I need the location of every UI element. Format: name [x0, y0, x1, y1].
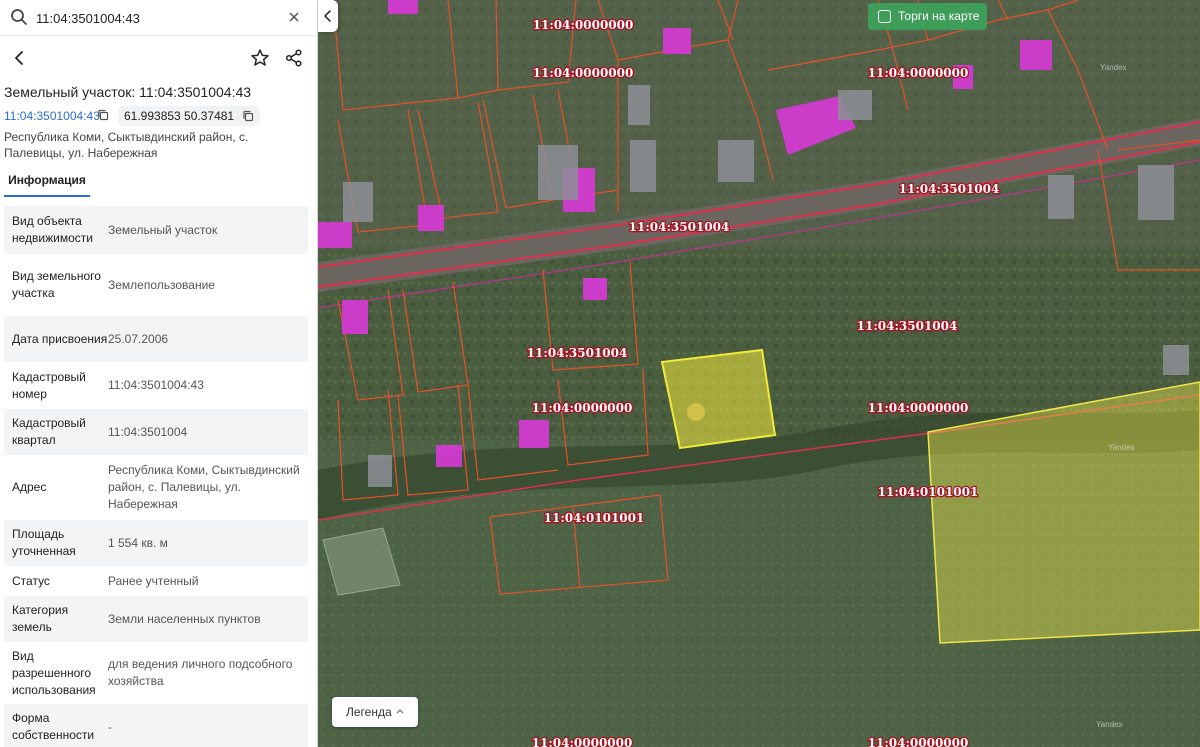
map-watermark: Yandex	[1096, 720, 1123, 729]
map-watermark: Yandex	[1108, 443, 1135, 452]
map-label[interactable]: 11:04:0000000	[531, 17, 634, 34]
table-row: Адрес Республика Коми, Сыктывдинский рай…	[4, 455, 308, 520]
map-watermark: Yandex	[1100, 63, 1127, 72]
property-label: Вид земельного участка	[12, 269, 101, 300]
collapse-panel-button[interactable]	[318, 0, 338, 32]
property-value: для ведения личного подсобного хозяйства	[108, 657, 293, 688]
map-label[interactable]: 11:04:0000000	[866, 65, 969, 82]
table-row: Форма собственности -	[4, 704, 308, 747]
parcel-marker	[687, 403, 705, 421]
table-row: Площадь уточненная 1 554 кв. м	[4, 520, 308, 566]
property-label: Дата присвоения	[12, 331, 108, 346]
share-icon[interactable]	[284, 48, 304, 68]
property-value: -	[108, 719, 112, 734]
clear-icon[interactable]	[286, 9, 302, 25]
property-value: Республика Коми, Сыктывдинский район, с.…	[108, 463, 300, 511]
table-row: Категория земель Земли населенных пункто…	[4, 596, 308, 642]
coordinates-text: 61.993853 50.37481	[124, 109, 235, 123]
map-label[interactable]: 11:04:3501004	[855, 318, 958, 335]
back-icon[interactable]	[10, 48, 30, 68]
map-label[interactable]: 11:04:0000000	[530, 735, 633, 747]
chevron-up-icon	[396, 709, 404, 714]
address-line: Республика Коми, Сыктывдинский район, с.…	[4, 130, 249, 160]
properties-table: Вид объекта недвижимости Земельный участ…	[4, 206, 308, 747]
property-value: 25.07.2006	[108, 331, 169, 346]
property-value: Ранее учтенный	[108, 573, 199, 588]
property-value: 11:04:3501004:43	[108, 378, 204, 392]
tab-information[interactable]: Информация	[4, 170, 90, 197]
property-value: Земельный участок	[108, 222, 218, 237]
coordinates-chip: 61.993853 50.37481	[118, 106, 261, 126]
chevron-left-icon	[324, 10, 331, 22]
cadastral-number-link[interactable]: 11:04:3501004:43	[4, 109, 100, 123]
copy-icon[interactable]	[97, 109, 109, 121]
table-row: Дата присвоения 25.07.2006	[4, 316, 308, 362]
legend-label: Легенда	[346, 705, 392, 719]
star-icon[interactable]	[250, 48, 270, 68]
page-title: Земельный участок: 11:04:3501004:43	[4, 84, 252, 100]
search-icon	[11, 9, 27, 25]
property-value: Земли населенных пунктов	[108, 611, 261, 626]
map-label[interactable]: 11:04:3501004	[525, 345, 628, 362]
map-label[interactable]: 11:04:3501004	[627, 219, 730, 236]
auction-toggle[interactable]: Торги на карте	[868, 3, 987, 30]
property-label: Категория земель	[12, 603, 69, 634]
satellite-map[interactable]: Yandex Yandex Yandex 11:04:0000000 11:04…	[318, 0, 1200, 747]
table-row: Вид земельного участка Землепользование	[4, 254, 308, 316]
property-value: 1 554 кв. м	[108, 535, 168, 550]
copy-icon[interactable]	[242, 110, 254, 122]
map-view[interactable]: Yandex Yandex Yandex 11:04:0000000 11:04…	[318, 0, 1200, 747]
map-label[interactable]: 11:04:0101001	[876, 484, 979, 501]
property-label: Статус	[12, 573, 50, 588]
property-label: Адрес	[12, 480, 47, 494]
map-label[interactable]: 11:04:0000000	[531, 65, 634, 82]
map-label[interactable]: 11:04:0000000	[866, 400, 969, 417]
property-label: Площадь уточненная	[12, 527, 76, 558]
table-row: Вид разрешенного использования для веден…	[4, 642, 308, 704]
map-label[interactable]: 11:04:0000000	[866, 735, 969, 747]
property-value: Землепользование	[108, 277, 215, 292]
search-bar	[0, 0, 317, 36]
map-label[interactable]: 11:04:0101001	[542, 510, 645, 527]
auction-checkbox[interactable]	[878, 10, 891, 23]
table-row: Кадастровый номер 11:04:3501004:43	[4, 362, 308, 409]
property-value: 11:04:3501004	[108, 424, 188, 439]
map-label[interactable]: 11:04:3501004	[897, 181, 1000, 198]
search-input[interactable]	[36, 7, 276, 29]
selected-parcel[interactable]	[660, 348, 777, 450]
info-panel: Земельный участок: 11:04:3501004:43 11:0…	[0, 0, 318, 747]
table-row: Кадастровый квартал 11:04:3501004	[4, 409, 308, 455]
table-row: Статус Ранее учтенный	[4, 566, 308, 596]
property-label: Кадастровый квартал	[12, 416, 86, 447]
property-label: Вид объекта недвижимости	[12, 214, 93, 245]
property-label: Вид разрешенного использования	[12, 648, 96, 697]
property-label: Форма собственности	[12, 711, 95, 742]
auction-label: Торги на карте	[898, 9, 980, 23]
property-label: Кадастровый номер	[12, 369, 86, 401]
map-label[interactable]: 11:04:0000000	[530, 400, 633, 417]
legend-button[interactable]: Легенда	[332, 697, 418, 727]
table-row: Вид объекта недвижимости Земельный участ…	[4, 206, 308, 254]
